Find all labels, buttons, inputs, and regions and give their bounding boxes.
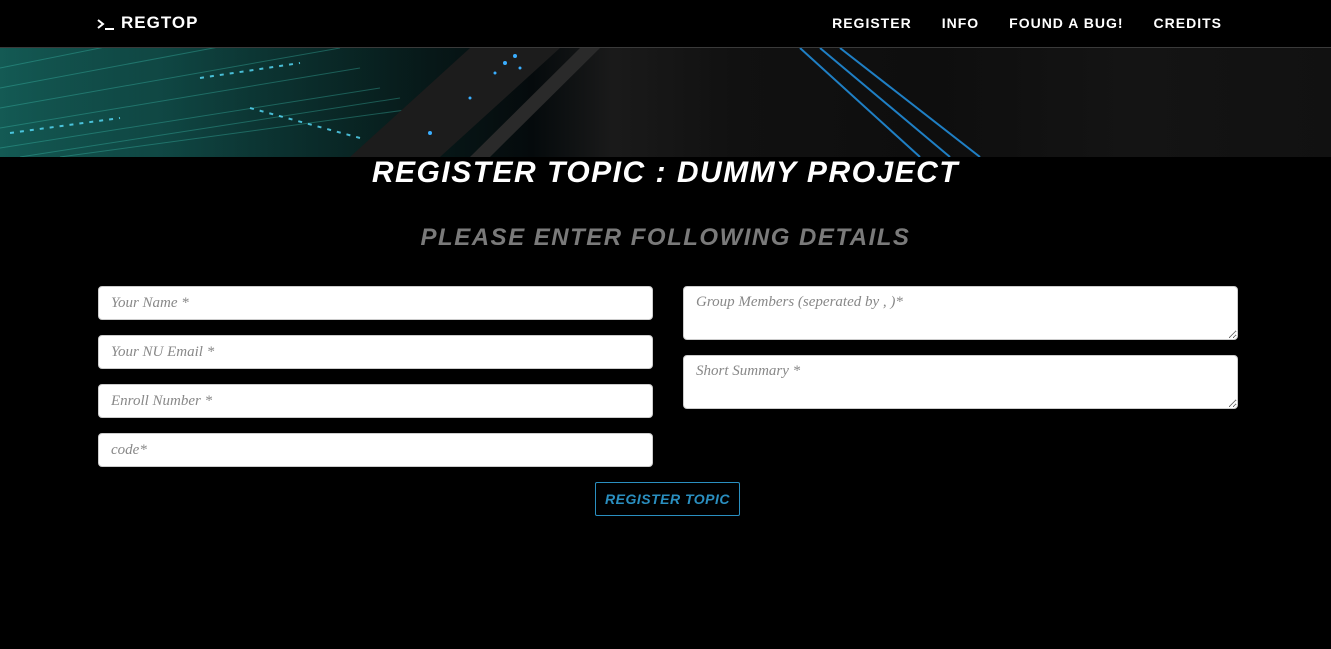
nav-link-info[interactable]: INFO: [942, 15, 979, 31]
short-summary-textarea[interactable]: [683, 355, 1238, 409]
code-input[interactable]: [98, 433, 653, 467]
terminal-prompt-icon: [97, 16, 115, 30]
group-members-textarea[interactable]: [683, 286, 1238, 340]
navbar: REGTOP REGISTER INFO FOUND A BUG! CREDIT…: [0, 0, 1331, 48]
nav-link-credits[interactable]: CREDITS: [1154, 15, 1222, 31]
brand-name: REGTOP: [121, 13, 199, 32]
email-input[interactable]: [98, 335, 653, 369]
form-subtitle: PLEASE ENTER FOLLOWING DETAILS: [420, 224, 911, 251]
enroll-number-input[interactable]: [98, 384, 653, 418]
banner-graphic: [0, 48, 981, 157]
register-topic-button[interactable]: REGISTER TOPIC: [595, 482, 740, 516]
header-banner: [0, 48, 1331, 157]
name-input[interactable]: [98, 286, 653, 320]
page-title: REGISTER TOPIC : DUMMY PROJECT: [371, 156, 960, 189]
nav-link-register[interactable]: REGISTER: [832, 15, 912, 31]
brand-link[interactable]: REGTOP: [97, 13, 198, 33]
nav-link-found-a-bug[interactable]: FOUND A BUG!: [1009, 15, 1123, 31]
nav-links: REGISTER INFO FOUND A BUG! CREDITS: [802, 15, 1222, 31]
